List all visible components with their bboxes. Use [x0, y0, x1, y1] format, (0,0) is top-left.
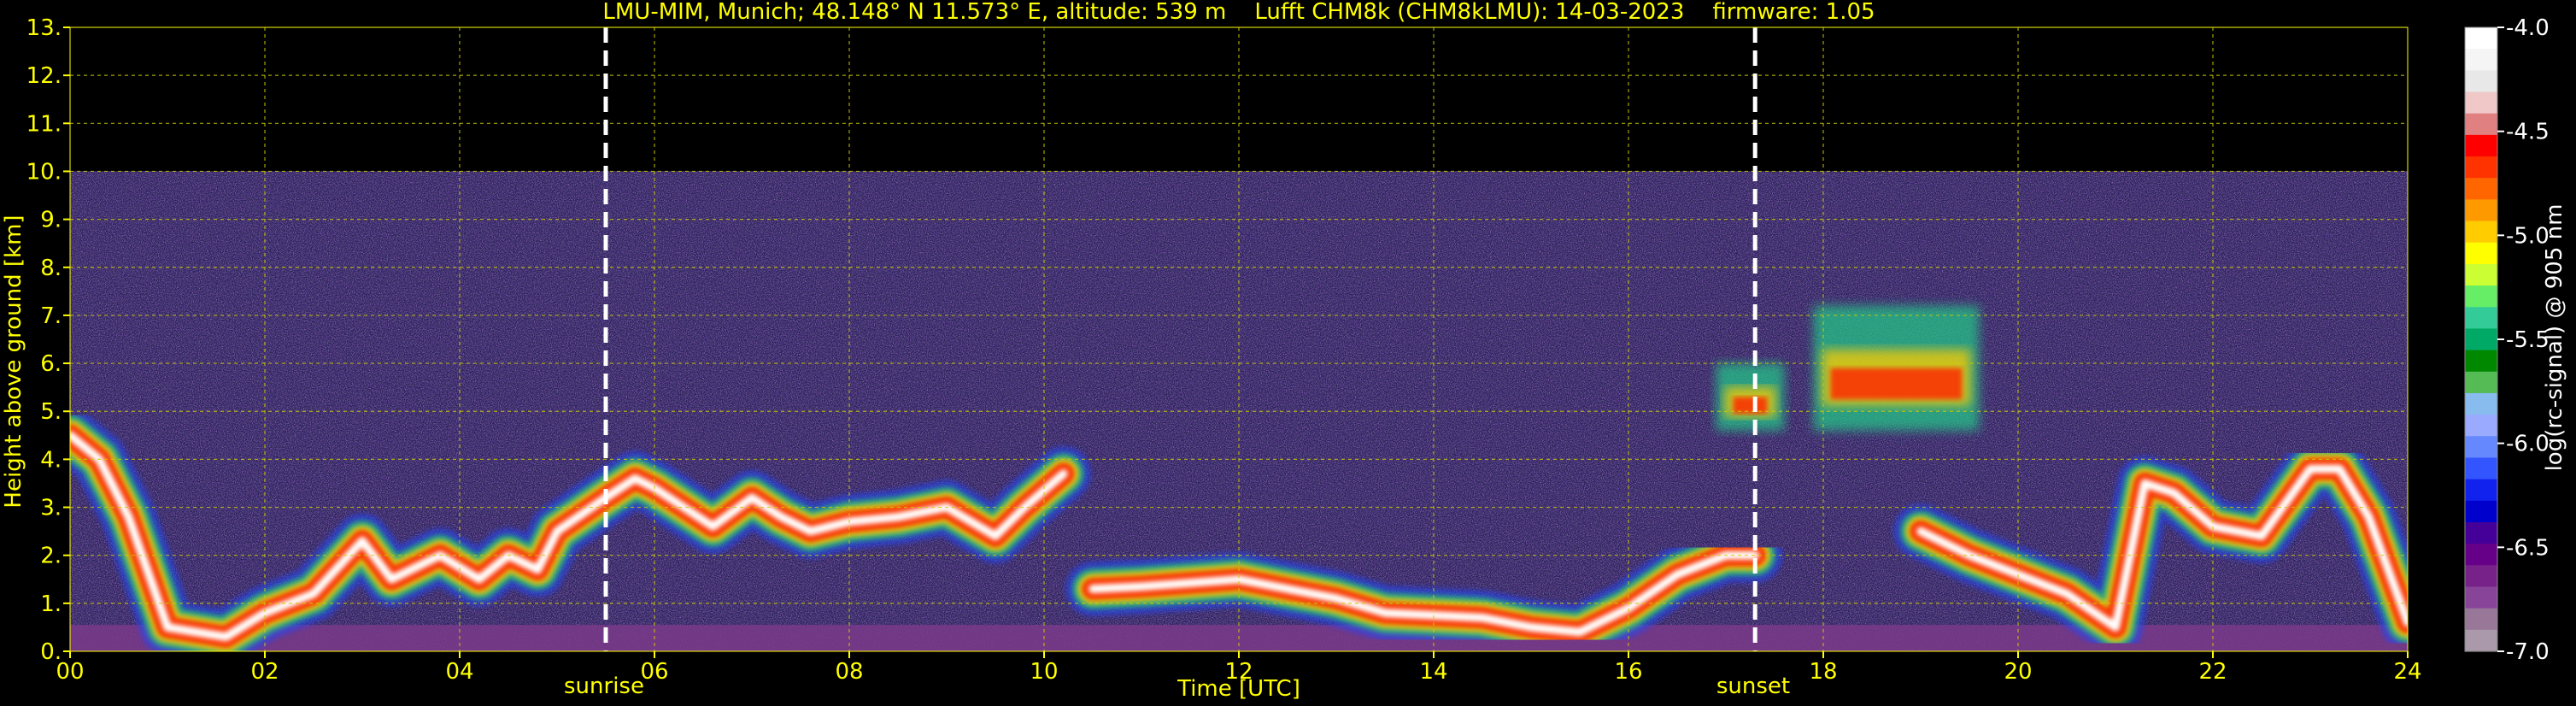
colorbar-segment	[2465, 156, 2497, 179]
x-tick-label: 08	[835, 659, 863, 685]
x-tick-label: 20	[2004, 659, 2032, 685]
colorbar-segment	[2465, 113, 2497, 136]
colorbar-segment	[2465, 521, 2497, 544]
colorbar-segment	[2465, 392, 2497, 415]
colorbar-segment	[2465, 70, 2497, 93]
colorbar-segment	[2465, 436, 2497, 459]
chart-title: LMU-MIM, Munich; 48.148° N 11.573° E, al…	[602, 0, 1875, 25]
x-tick-label: 04	[445, 659, 473, 685]
cloud-feature	[1716, 363, 1785, 431]
x-tick-label: 10	[1030, 659, 1058, 685]
y-tick-label: 13.	[26, 15, 62, 41]
colorbar-segment	[2465, 221, 2497, 244]
colorbar-segment	[2465, 457, 2497, 480]
sunrise-label: sunrise	[564, 674, 644, 699]
colorbar-segment	[2465, 415, 2497, 437]
colorbar-segment	[2465, 608, 2497, 631]
x-tick-label: 02	[250, 659, 279, 685]
y-axis-ticks: 0. 1. 2. 3. 4. 5. 6. 7. 8. 9. 10. 11. 12. 13.	[26, 15, 70, 665]
colorbar-segment	[2465, 500, 2497, 523]
y-tick-label: 0.	[40, 639, 62, 665]
colorbar-segment	[2465, 350, 2497, 373]
ceilometer-chart: 00 02 04 06 08 10 12 14 16 18 20 22 24 0.1.2.3.4.5.6…	[1, 0, 2567, 702]
x-tick-label: 22	[2198, 659, 2227, 685]
y-tick-label: 12.	[26, 63, 62, 89]
y-tick-label: 10.	[26, 159, 62, 185]
y-tick-label: 9.	[40, 208, 62, 233]
colorbar-segment	[2465, 307, 2497, 330]
y-tick-label: 11.	[26, 111, 62, 137]
x-tick-label: 06	[640, 659, 668, 685]
colorbar-tick-label: -4.5	[2506, 120, 2550, 145]
y-tick-label: 2.	[40, 544, 62, 569]
x-tick-label: 14	[1419, 659, 1447, 685]
colorbar-segment	[2465, 565, 2497, 588]
colorbar-segment	[2465, 285, 2497, 308]
y-tick-label: 8.	[40, 256, 62, 281]
x-tick-label: 18	[1809, 659, 1837, 685]
colorbar-segment	[2465, 91, 2497, 115]
colorbar-segment	[2465, 371, 2497, 394]
colorbar-tick-label: -4.0	[2506, 15, 2550, 41]
colorbar-segment	[2465, 629, 2497, 652]
y-tick-label: 1.	[40, 591, 62, 617]
cloud-peak	[1830, 368, 1963, 400]
colorbar-segment	[2465, 328, 2497, 351]
colorbar-tick-label: -7.0	[2506, 639, 2550, 665]
colorbar-segment	[2465, 263, 2497, 286]
sunset-label: sunset	[1716, 674, 1790, 699]
colorbar-label: log(rc-signal) @ 905 nm	[2542, 204, 2567, 472]
y-axis-label: Height above ground [km]	[1, 215, 26, 508]
y-tick-label: 7.	[40, 303, 62, 329]
y-tick-label: 3.	[40, 496, 62, 521]
x-axis-label: Time [UTC]	[1177, 676, 1300, 702]
colorbar-segment	[2465, 479, 2497, 502]
colorbar-segment	[2465, 586, 2497, 609]
plot-area	[70, 27, 2408, 651]
x-tick-label: 24	[2393, 659, 2421, 685]
colorbar-segment	[2465, 544, 2497, 566]
colorbar-segment	[2465, 134, 2497, 157]
colorbar-tick-label: -6.5	[2506, 535, 2550, 561]
colorbar: -4.0-4.5-5.0-5.5-6.0-6.5-7.0	[2464, 15, 2550, 665]
x-tick-label: 16	[1614, 659, 1642, 685]
y-tick-label: 4.	[40, 447, 62, 473]
colorbar-segment	[2465, 242, 2497, 265]
colorbar-segment	[2465, 199, 2497, 222]
y-tick-label: 6.	[40, 351, 62, 377]
y-tick-label: 5.	[40, 399, 62, 425]
colorbar-segment	[2465, 49, 2497, 71]
colorbar-segment	[2465, 27, 2497, 50]
colorbar-segment	[2465, 178, 2497, 200]
